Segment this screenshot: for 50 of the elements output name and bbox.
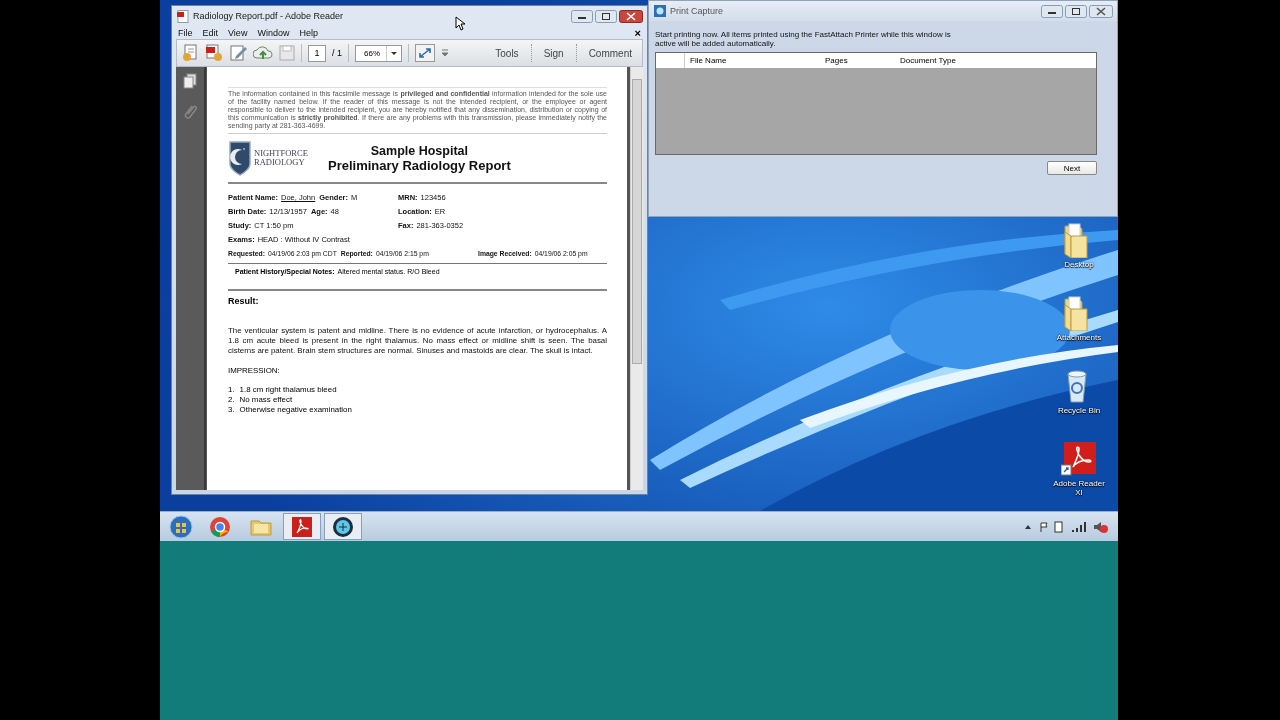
close-document-button[interactable]: × (634, 26, 641, 39)
more-tools-icon[interactable] (441, 48, 450, 58)
close-icon[interactable] (619, 9, 643, 23)
pdf-file-icon (177, 9, 189, 23)
logo-text: NIGHTFORCE (254, 149, 309, 158)
column-header[interactable]: Document Type (895, 56, 956, 65)
edit-document-icon[interactable] (229, 44, 247, 62)
menu-item[interactable]: Edit (202, 27, 219, 38)
convert-pdf-icon[interactable] (205, 44, 223, 62)
page-total: / 1 (332, 48, 342, 58)
desktop-icon-label[interactable]: Recycle Bin (1053, 406, 1105, 415)
mouse-cursor-icon (455, 16, 465, 31)
desktop-icon-label[interactable]: Adobe Reader XI (1053, 479, 1105, 497)
menu-item[interactable]: Window (257, 27, 290, 38)
browser-icon[interactable] (207, 514, 233, 539)
capture-app-icon (654, 5, 666, 17)
zoom-field[interactable]: 66% (355, 44, 403, 62)
start-button[interactable] (168, 514, 194, 539)
shield-moon-logo-icon (228, 140, 252, 176)
result-heading: Result: (228, 296, 260, 306)
panel-button[interactable]: Sign (537, 45, 570, 61)
panel-button[interactable]: Tools (489, 45, 525, 61)
instruction-text: Start printing now. All items printed using the FastAttach Printer while this window is active will be added automatically. (655, 30, 952, 48)
cloud-upload-icon[interactable] (253, 44, 273, 62)
maximize-icon[interactable] (595, 9, 617, 23)
column-header[interactable]: Pages (820, 56, 895, 65)
menu-item[interactable]: Help (299, 27, 318, 38)
report-title: Preliminary Radiology Report (328, 157, 511, 173)
window-title: Print Capture (670, 6, 724, 16)
close-icon[interactable] (1089, 4, 1113, 18)
panel-button[interactable]: Comment (582, 45, 638, 61)
page-number-field[interactable]: 1 (308, 44, 326, 62)
pdf-app-icon[interactable] (289, 514, 315, 539)
dropdown-arrow-icon (391, 51, 398, 55)
pages-icon[interactable] (183, 73, 197, 89)
expand-icon[interactable] (415, 44, 436, 62)
pdf-shortcut-icon[interactable] (1061, 441, 1097, 477)
column-header[interactable]: File Name (685, 56, 820, 65)
menu-item[interactable]: View (228, 27, 248, 38)
hospital-name: Sample Hospital (370, 143, 468, 158)
next-button[interactable]: Next (1047, 161, 1097, 175)
window-title: Radiology Report.pdf - Adobe Reader (193, 11, 344, 21)
capture-app-icon[interactable] (330, 514, 356, 539)
scrollbar[interactable] (630, 67, 643, 490)
menu-item[interactable]: File (178, 27, 193, 38)
paperclip-icon[interactable] (183, 103, 197, 119)
minimize-icon[interactable] (571, 9, 593, 23)
maximize-icon[interactable] (1065, 4, 1087, 18)
logo-text: RADIOLOGY (254, 158, 306, 167)
minimize-icon[interactable] (1041, 4, 1063, 18)
